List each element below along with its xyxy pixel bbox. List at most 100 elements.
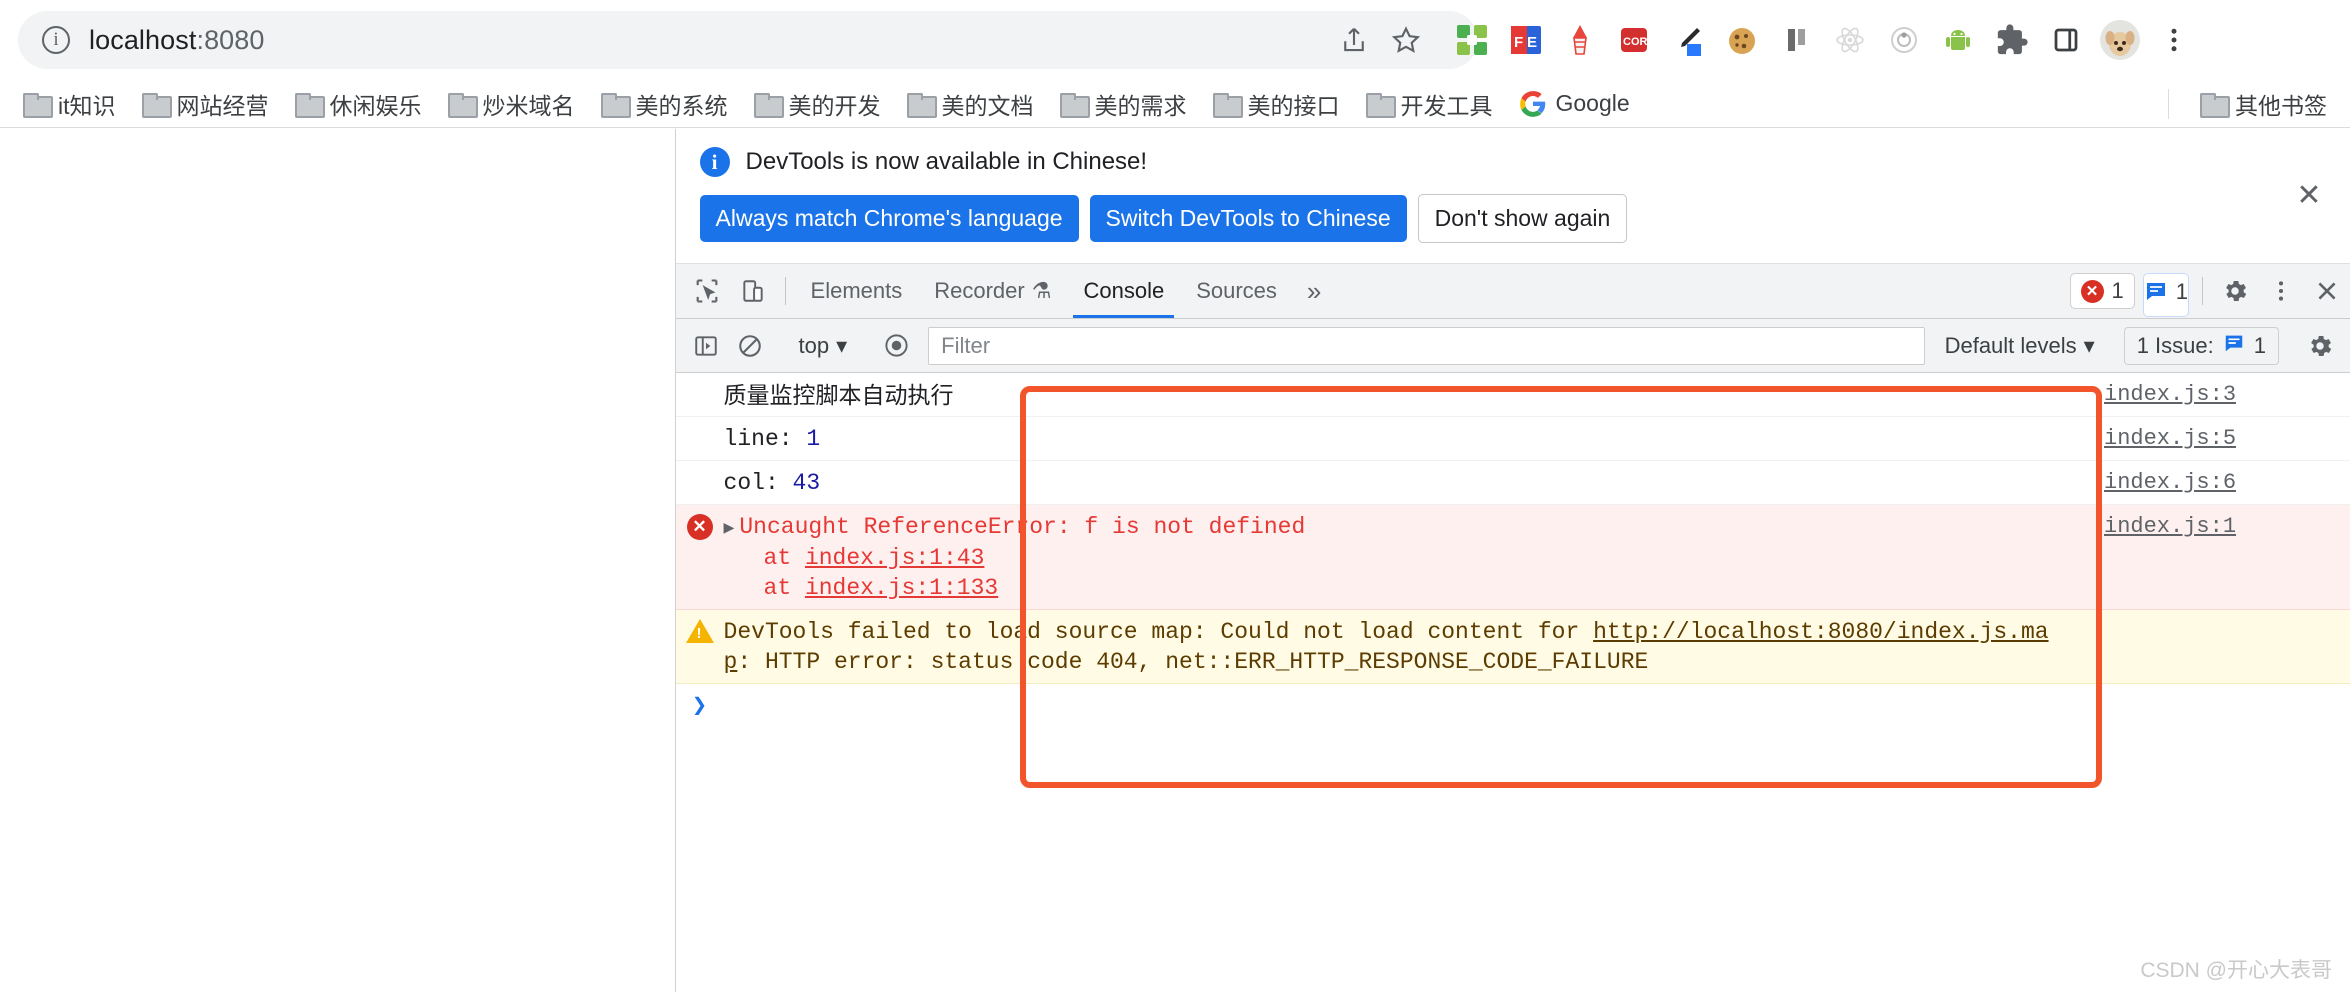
google-logo-icon (1519, 90, 1547, 118)
source-link[interactable]: index.js:6 (2090, 466, 2350, 495)
expand-triangle-icon[interactable]: ▶ (724, 518, 735, 542)
extension-icons: F E CORS (1450, 18, 2196, 62)
clear-console-icon[interactable] (728, 324, 772, 368)
react-devtools-extension-icon[interactable] (1828, 18, 1872, 62)
filter-input[interactable] (928, 326, 1925, 365)
axure-extension-icon[interactable] (1882, 18, 1926, 62)
always-match-chrome-language-button[interactable]: Always match Chrome's language (699, 195, 1079, 242)
bookmark-美的系统[interactable]: 美的系统 (588, 83, 741, 125)
bookmark-美的文档[interactable]: 美的文档 (894, 83, 1047, 125)
bookmark-美的接口[interactable]: 美的接口 (1200, 83, 1353, 125)
share-icon[interactable] (1328, 14, 1380, 66)
tab-label: Recorder (934, 278, 1025, 303)
source-link[interactable]: index.js:1 (2090, 510, 2350, 539)
extensions-puzzle-icon[interactable] (1990, 18, 2034, 62)
cookie-editor-extension-icon[interactable] (1720, 18, 1764, 62)
log-levels-label: Default levels (1944, 332, 2077, 358)
bookmark-开发工具[interactable]: 开发工具 (1353, 83, 1506, 125)
message-gutter (676, 466, 724, 470)
svg-text:CORS: CORS (1623, 36, 1652, 48)
vue-devtools-extension-icon[interactable] (1774, 18, 1818, 62)
folder-icon (1059, 93, 1090, 118)
three-dot-menu-icon[interactable] (2152, 18, 2196, 62)
source-link[interactable]: index.js:3 (2090, 378, 2350, 407)
chevron-down-icon: ▾ (2083, 332, 2095, 358)
fehelper-extension-icon[interactable]: F E (1504, 18, 1548, 62)
quadrant-grid-extension-icon[interactable] (1450, 18, 1494, 62)
flask-icon: ⚗ (1031, 278, 1052, 303)
close-icon[interactable] (2304, 264, 2350, 318)
watermark: CSDN @开心大表哥 (2140, 959, 2332, 982)
devtools-panel: i DevTools is now available in Chinese! … (675, 129, 2350, 992)
more-tabs-chevron-icon[interactable]: » (1293, 264, 1335, 318)
device-toolbar-icon[interactable] (730, 264, 776, 318)
bookmark-label: 美的需求 (1094, 92, 1187, 119)
dont-show-again-button[interactable]: Don't show again (1417, 194, 1628, 243)
error-headline: ▶ Uncaught ReferenceError: f is not defin… (724, 512, 2076, 543)
lighthouse-extension-icon[interactable] (1558, 18, 1602, 62)
tab-recorder[interactable]: Recorder ⚗ (918, 264, 1067, 318)
svg-text:F: F (1514, 34, 1523, 51)
log-text: line: 1 (724, 422, 2090, 455)
console-log-row[interactable]: col: 43 index.js:6 (675, 461, 2350, 505)
source-link[interactable]: index.js:5 (2090, 422, 2350, 451)
bookmark-美的开发[interactable]: 美的开发 (741, 83, 894, 125)
stack-frame: at index.js:1:133 (724, 573, 2076, 604)
console-toolbar: top ▾ Default levels ▾ 1 Issue: (675, 319, 2350, 373)
profile-avatar-icon[interactable] (2098, 18, 2142, 62)
stack-link[interactable]: index.js:1:43 (805, 545, 984, 571)
log-levels-selector[interactable]: Default levels ▾ (1935, 333, 2105, 359)
address-bar[interactable]: i localhost:8080 (18, 11, 1478, 69)
error-count-badge[interactable]: ✕ 1 (2069, 273, 2135, 309)
svg-text:E: E (1527, 34, 1537, 51)
tab-sources[interactable]: Sources (1180, 264, 1293, 318)
omnibox-actions (1328, 14, 1432, 66)
switch-devtools-to-chinese-button[interactable]: Switch DevTools to Chinese (1089, 195, 1407, 242)
bookmarks-divider (2168, 88, 2169, 119)
bookmark-label: 美的开发 (788, 92, 881, 119)
message-count: 1 (2175, 279, 2188, 304)
live-expression-icon[interactable] (874, 324, 918, 368)
bookmark-网站经营[interactable]: 网站经营 (129, 83, 282, 125)
android-extension-icon[interactable] (1936, 18, 1980, 62)
bookmark-google[interactable]: Google (1506, 86, 1643, 122)
bookmark-label: it知识 (58, 92, 116, 119)
close-icon[interactable]: ✕ (2292, 179, 2326, 213)
tab-console[interactable]: Console (1067, 264, 1180, 318)
console-log-row[interactable]: 质量监控脚本自动执行 index.js:3 (675, 373, 2350, 417)
console-sidebar-icon[interactable] (684, 324, 728, 368)
message-gutter (676, 378, 724, 382)
browser-toolbar: i localhost:8080 F E CORS (0, 0, 2350, 80)
bookmark-休闲娱乐[interactable]: 休闲娱乐 (282, 83, 435, 125)
three-dot-menu-icon[interactable] (2258, 264, 2304, 318)
cors-unblock-extension-icon[interactable]: CORS (1612, 18, 1656, 62)
bookmark-other-bookmarks[interactable]: 其他书签 (2187, 83, 2340, 125)
bookmark-it知识[interactable]: it知识 (10, 83, 129, 125)
console-prompt-row[interactable]: ❯ (676, 684, 2350, 736)
stack-link[interactable]: index.js:1:133 (805, 575, 998, 601)
gear-icon[interactable] (2298, 324, 2342, 368)
message-count-badge[interactable]: 1 (2142, 273, 2189, 317)
console-log-row[interactable]: line: 1 index.js:5 (675, 417, 2350, 461)
bookmark-炒米域名[interactable]: 炒米域名 (435, 83, 588, 125)
colorpick-eyedropper-extension-icon[interactable] (1666, 18, 1710, 62)
side-panel-icon[interactable] (2044, 18, 2088, 62)
bookmark-label: 开发工具 (1400, 92, 1493, 119)
gear-icon[interactable] (2212, 264, 2258, 318)
tab-elements[interactable]: Elements (795, 264, 919, 318)
bookmark-美的需求[interactable]: 美的需求 (1047, 83, 1200, 125)
issues-chip[interactable]: 1 Issue: 1 (2123, 326, 2279, 365)
console-warning-row[interactable]: DevTools failed to load source map: Coul… (675, 609, 2350, 684)
console-error-row[interactable]: ✕ ▶ Uncaught ReferenceError: f is not def… (675, 505, 2350, 610)
info-circle-icon[interactable]: i (42, 26, 70, 54)
folder-icon (906, 93, 937, 118)
folder-icon (1365, 93, 1396, 118)
bookmark-label: 美的接口 (1247, 92, 1340, 119)
inspect-element-icon[interactable] (684, 264, 730, 318)
tab-label: Console (1083, 278, 1165, 303)
execution-context-selector[interactable]: top ▾ (791, 333, 856, 359)
folder-icon (753, 93, 784, 118)
bookmark-label: Google (1555, 90, 1630, 116)
message-gutter (676, 615, 724, 643)
star-icon[interactable] (1380, 14, 1432, 66)
